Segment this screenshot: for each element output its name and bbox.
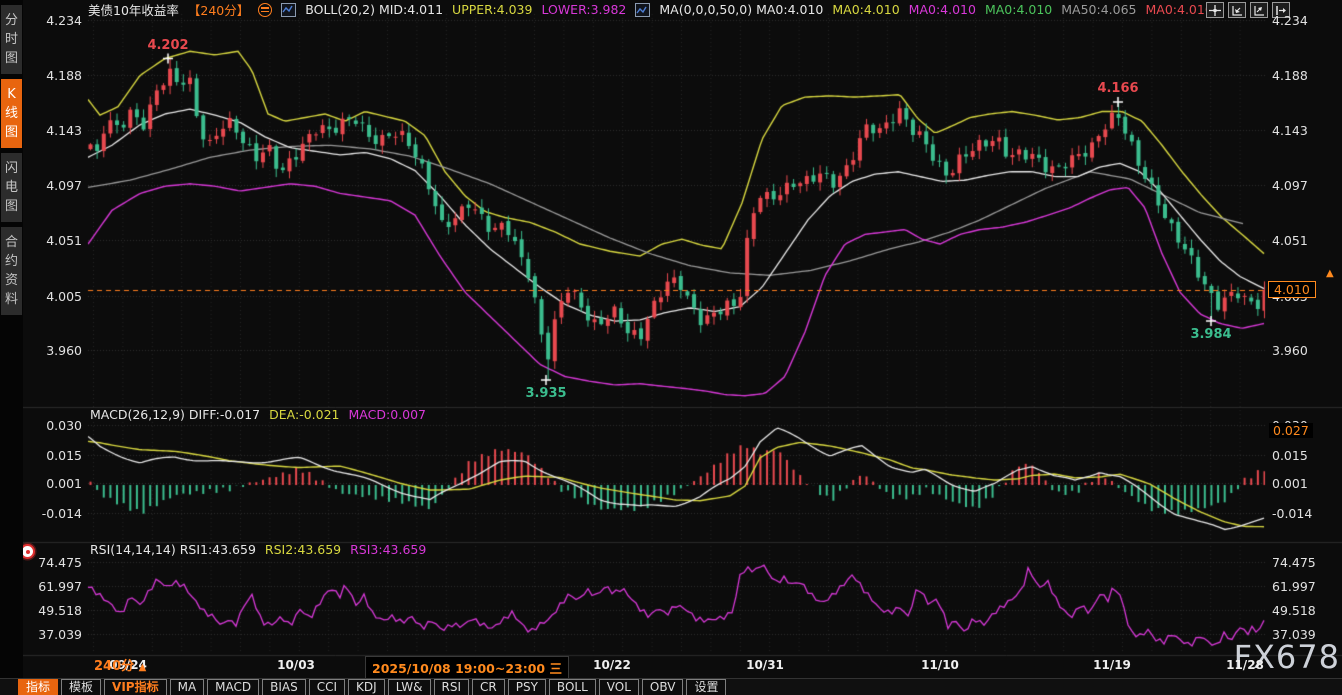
toolbar-button-RSI[interactable]: RSI	[434, 679, 470, 695]
x-axis-label: 11/10	[921, 658, 959, 672]
y-axis-label: 61.997	[1272, 579, 1338, 594]
ma-value-magenta: MA0:4.010	[909, 2, 976, 17]
y-axis-label: 0.015	[1272, 448, 1338, 463]
y-axis-label: 4.188	[24, 68, 82, 83]
toolbar-button-CR[interactable]: CR	[472, 679, 505, 695]
ma-values: MA(0,0,0,50,0) MA0:4.010	[659, 2, 823, 17]
symbol-title: 美债10年收益率	[88, 0, 179, 19]
toolbar-button-LW&[interactable]: LW&	[388, 679, 431, 695]
y-axis-label: 4.051	[1272, 233, 1338, 248]
toolbar-button-指标[interactable]: 指标	[18, 679, 58, 695]
indicator-toolbar: 指标模板VIP指标MAMACDBIASCCIKDJLW&RSICRPSYBOLL…	[0, 678, 1342, 695]
toolbar-button-模板[interactable]: 模板	[61, 679, 101, 695]
macd-params: MACD(26,12,9) DIFF:-0.017	[90, 407, 260, 421]
toolbar-button-MA[interactable]: MA	[170, 679, 205, 695]
y-axis-label: -0.014	[1272, 506, 1338, 521]
y-axis-label: 0.030	[24, 418, 82, 433]
period-selector[interactable]: 240分 ▲	[94, 655, 146, 674]
y-axis-label: 61.997	[24, 579, 82, 594]
x-axis-label: 10/22	[593, 658, 631, 672]
y-axis-label: 0.001	[24, 476, 82, 491]
titlebar: 美债10年收益率 【240分】 BOLL(20,2) MID:4.011 UPP…	[88, 2, 1213, 17]
macd-panel-header: MACD(26,12,9) DIFF:-0.017 DEA:-0.021 MAC…	[90, 407, 426, 421]
y-axis-label: 37.039	[24, 627, 82, 642]
toolbar-button-设置[interactable]: 设置	[686, 679, 726, 695]
period-selector-label: 240分	[94, 659, 134, 674]
toolbar-button-VIP指标[interactable]: VIP指标	[104, 679, 167, 695]
ma-value-green: MA0:4.010	[985, 2, 1052, 17]
y-axis-label: 49.518	[1272, 603, 1338, 618]
toolbar-button-BIAS[interactable]: BIAS	[262, 679, 306, 695]
macd-hist-value: MACD:0.007	[349, 407, 426, 421]
y-axis-label: 4.188	[1272, 68, 1338, 83]
rsi-panel-header: RSI(14,14,14) RSI1:43.659 RSI2:43.659 RS…	[90, 542, 426, 556]
crosshair-date-label: 2025/10/08 19:00~23:00 三	[365, 656, 569, 679]
ma-value-yellow: MA0:4.010	[832, 2, 899, 17]
y-axis-label: 74.475	[1272, 555, 1338, 570]
toolbar-button-VOL[interactable]: VOL	[599, 679, 639, 695]
period-menu-icon[interactable]	[258, 3, 272, 17]
y-axis-label: 4.143	[1272, 123, 1338, 138]
period-selector-arrow-icon: ▲	[139, 662, 147, 673]
y-axis-label: 4.051	[24, 233, 82, 248]
y-axis-label: 4.097	[1272, 178, 1338, 193]
crosshair-tool-icon[interactable]	[1206, 2, 1224, 18]
toolbar-button-MACD[interactable]: MACD	[207, 679, 259, 695]
scale-left-tool-icon[interactable]	[1228, 2, 1246, 18]
boll-lower-value: LOWER:3.982	[541, 2, 626, 17]
period-label[interactable]: 【240分】	[188, 0, 249, 19]
y-axis-label: 3.960	[1272, 343, 1338, 358]
y-axis-label: 4.143	[24, 123, 82, 138]
y-axis-label: 37.039	[1272, 627, 1338, 642]
sidebar-tab-kline-chart[interactable]: K线图	[1, 79, 22, 148]
rsi1-value: RSI(14,14,14) RSI1:43.659	[90, 542, 256, 556]
scale-right-tool-icon[interactable]	[1250, 2, 1268, 18]
trading-chart-app: 分时图 K线图闪电图合约资料 美债10年收益率 【240分】 BOLL(20,2)…	[0, 0, 1342, 695]
sidebar: 分时图 K线图闪电图合约资料	[0, 0, 23, 695]
y-axis-label: 4.005	[24, 289, 82, 304]
x-axis-label: 10/31	[746, 658, 784, 672]
macd-dea-value: DEA:-0.021	[269, 407, 339, 421]
macd-axis-badge: 0.027	[1269, 423, 1313, 438]
boll-upper-value: UPPER:4.039	[452, 2, 532, 17]
boll-indicator-icon[interactable]	[281, 3, 296, 17]
ma50-value: MA50:4.065	[1061, 2, 1136, 17]
sidebar-tab-time-chart[interactable]: 分时图	[1, 5, 22, 74]
x-axis-label: 10/03	[277, 658, 315, 672]
price-annotation: 4.166	[1097, 81, 1138, 96]
chart-canvas[interactable]	[0, 0, 1342, 695]
y-axis-label: 0.001	[1272, 476, 1338, 491]
sidebar-tab-contract-info[interactable]: 合约资料	[1, 227, 22, 315]
y-axis-label: 4.234	[24, 13, 82, 28]
ma-value-red: MA0:4.010	[1146, 2, 1213, 17]
last-price-badge: 4.010	[1268, 281, 1316, 298]
boll-values: BOLL(20,2) MID:4.011	[305, 2, 443, 17]
toolbar-button-OBV[interactable]: OBV	[642, 679, 684, 695]
y-axis-label: -0.014	[24, 506, 82, 521]
price-annotation: 3.984	[1190, 327, 1231, 342]
price-annotation: 3.935	[525, 386, 566, 401]
toolbar-button-BOLL[interactable]: BOLL	[549, 679, 596, 695]
y-axis-label: 4.234	[1272, 13, 1338, 28]
price-annotation: 4.202	[147, 38, 188, 53]
y-axis-label: 4.097	[24, 178, 82, 193]
x-axis-label: 11/19	[1093, 658, 1131, 672]
rsi2-value: RSI2:43.659	[265, 542, 341, 556]
price-up-arrow-icon: ▲	[1326, 268, 1334, 279]
toolbar-button-PSY[interactable]: PSY	[508, 679, 546, 695]
y-axis-label: 3.960	[24, 343, 82, 358]
sidebar-tab-flash-chart[interactable]: 闪电图	[1, 153, 22, 222]
y-axis-label: 49.518	[24, 603, 82, 618]
toolbar-button-KDJ[interactable]: KDJ	[348, 679, 385, 695]
x-axis-label: 11/28	[1226, 658, 1264, 672]
y-axis-label: 74.475	[24, 555, 82, 570]
ma-indicator-icon[interactable]	[635, 3, 650, 17]
toolbar-button-CCI[interactable]: CCI	[309, 679, 345, 695]
y-axis-label: 0.015	[24, 448, 82, 463]
rsi3-value: RSI3:43.659	[350, 542, 426, 556]
